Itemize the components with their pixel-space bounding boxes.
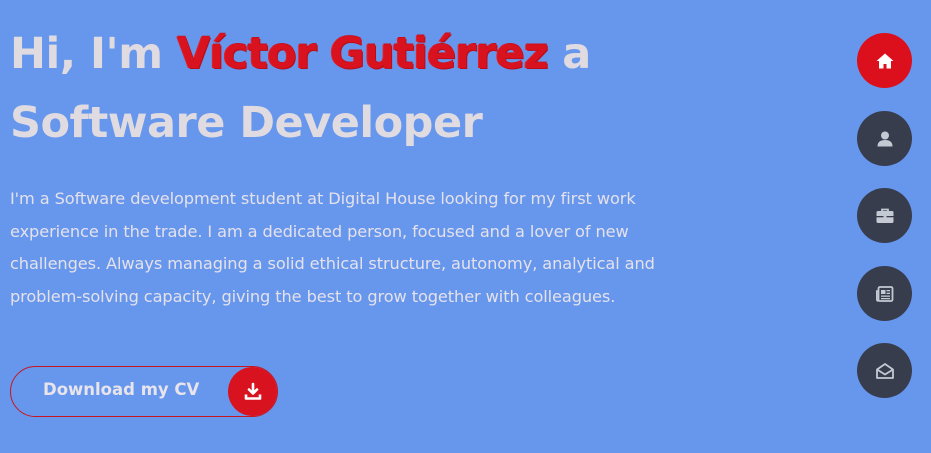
nav-home-button[interactable] [857,33,912,88]
download-icon [228,367,277,416]
download-cv-label: Download my CV [43,380,200,399]
newspaper-icon [875,285,893,302]
nav-about-button[interactable] [857,111,912,166]
nav-blog-button[interactable] [857,266,912,321]
page: Hi, I'm Víctor Gutiérrez a Software Deve… [0,0,931,453]
headline: Hi, I'm Víctor Gutiérrez a Software Deve… [10,20,770,158]
headline-name: Víctor Gutiérrez [177,29,549,79]
home-icon [876,53,893,68]
nav-contact-button[interactable] [857,343,912,398]
envelope-open-icon [875,362,894,379]
download-cv-button[interactable]: Download my CV [10,366,278,417]
user-icon [877,131,892,146]
headline-intro: Hi, I'm [10,29,163,79]
nav-portfolio-button[interactable] [857,188,912,243]
headline-role: Software Developer [10,98,483,148]
bio-paragraph: I'm a Software development student at Di… [10,189,655,306]
headline-connector: a [562,29,591,79]
briefcase-icon [876,208,893,223]
